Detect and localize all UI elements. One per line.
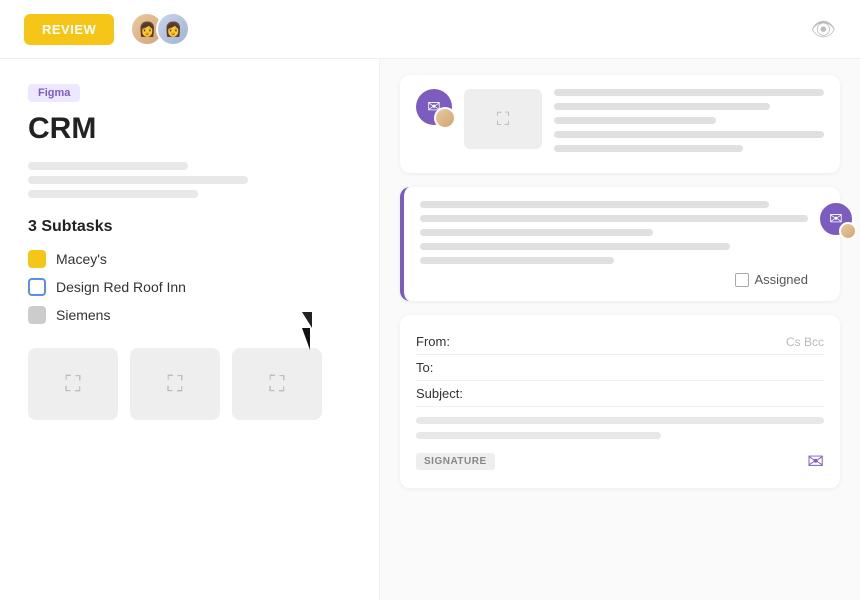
page-title: CRM <box>28 112 351 146</box>
line <box>420 257 614 264</box>
subject-label: Subject: <box>416 386 476 401</box>
from-label: From: <box>416 334 476 349</box>
subtasks-heading: 3 Subtasks <box>28 218 351 236</box>
body-line <box>416 432 661 439</box>
avatar-group: 👩 👩 <box>130 12 190 46</box>
assigned-label: Assigned <box>755 272 808 287</box>
email-compose: From: Cs Bcc To: Subject: SIGNATURE ✉ <box>400 315 840 488</box>
line <box>554 103 770 110</box>
description-lines <box>28 162 351 198</box>
figma-badge: Figma <box>28 84 80 102</box>
line <box>420 229 653 236</box>
blue-icon <box>28 278 46 296</box>
line <box>554 131 824 138</box>
card-lines-2 <box>420 201 808 264</box>
image-icon-3: ⛶ <box>269 371 284 397</box>
subtask-label: Design Red Roof Inn <box>56 279 186 295</box>
desc-line-3 <box>28 190 198 198</box>
subject-field[interactable]: Subject: <box>416 381 824 407</box>
assigned-row: Assigned <box>420 272 808 287</box>
body-line <box>416 417 824 424</box>
line <box>554 117 716 124</box>
subtask-label: Macey's <box>56 251 107 267</box>
card-lines-1 <box>554 89 824 159</box>
cc-label: Cs Bcc <box>786 335 824 349</box>
left-panel: Figma CRM 3 Subtasks Macey's Design Red … <box>0 59 380 600</box>
message-avatar-2: ✉ <box>818 201 854 237</box>
header-left: REVIEW 👩 👩 <box>24 12 190 46</box>
message-card-2[interactable]: ✉ Assigned <box>400 187 840 301</box>
to-field[interactable]: To: <box>416 355 824 381</box>
thumbnail-2[interactable]: ⛶ <box>130 348 220 420</box>
email-footer: SIGNATURE ✉ <box>416 449 824 474</box>
thumbnail-1[interactable]: ⛶ <box>28 348 118 420</box>
from-field: From: Cs Bcc <box>416 329 824 355</box>
image-icon-2: ⛶ <box>167 371 182 397</box>
list-item[interactable]: Macey's <box>28 250 351 268</box>
message-card-1[interactable]: ✉ ⛶ <box>400 75 840 173</box>
right-panel: ✉ ⛶ ✉ <box>380 59 860 600</box>
header: REVIEW 👩 👩 👁 <box>0 0 860 59</box>
eye-icon[interactable]: 👁 <box>811 17 836 42</box>
subtask-label: Siemens <box>56 307 110 323</box>
line <box>420 243 730 250</box>
line <box>420 215 808 222</box>
subtask-list: Macey's Design Red Roof Inn Siemens <box>28 250 351 324</box>
message-avatar-1: ✉ <box>416 89 452 125</box>
assigned-checkbox[interactable] <box>735 273 749 287</box>
gray-icon <box>28 306 46 324</box>
desc-line-2 <box>28 176 248 184</box>
review-button[interactable]: REVIEW <box>24 14 114 45</box>
to-label: To: <box>416 360 476 375</box>
avatar-2: 👩 <box>156 12 190 46</box>
line <box>420 201 769 208</box>
yellow-icon <box>28 250 46 268</box>
image-placeholder-icon-1: ⛶ <box>497 109 510 130</box>
sub-avatar-1 <box>434 107 456 129</box>
card-image-1: ⛶ <box>464 89 542 149</box>
thumbnail-3[interactable]: ⛶ <box>232 348 322 420</box>
sub-avatar-2 <box>839 222 857 240</box>
thumbnail-row: ⛶ ⛶ ⛶ <box>28 348 351 420</box>
image-icon-1: ⛶ <box>65 371 80 397</box>
list-item[interactable]: Design Red Roof Inn <box>28 278 351 296</box>
line <box>554 89 824 96</box>
signature-badge: SIGNATURE <box>416 453 495 470</box>
main-layout: Figma CRM 3 Subtasks Macey's Design Red … <box>0 59 860 600</box>
send-icon[interactable]: ✉ <box>807 449 824 474</box>
list-item[interactable]: Siemens <box>28 306 351 324</box>
line <box>554 145 743 152</box>
desc-line-1 <box>28 162 188 170</box>
email-body <box>416 417 824 439</box>
